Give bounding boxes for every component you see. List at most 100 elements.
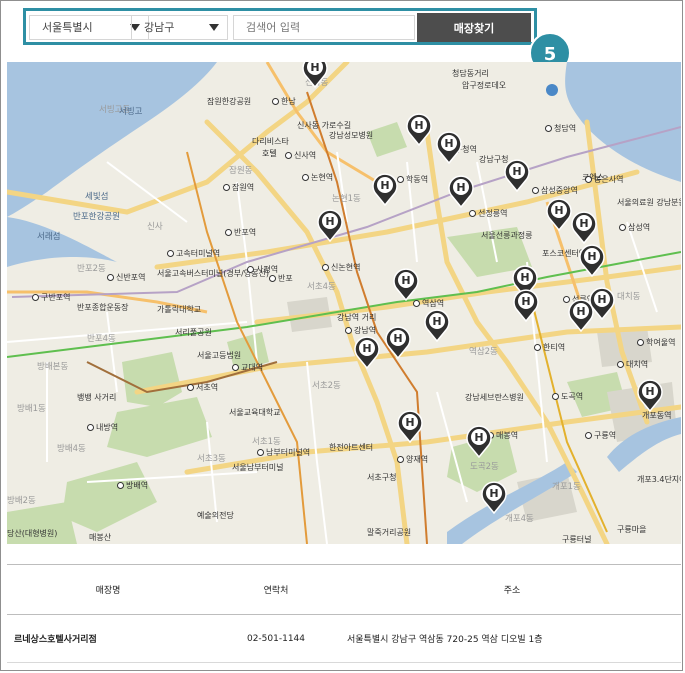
map-label: 대치동 — [617, 292, 641, 302]
store-pin-icon[interactable]: H — [578, 243, 606, 277]
map-label: 구반포역 — [32, 292, 70, 303]
map-label: 뱅뱅 사거리 — [77, 393, 117, 402]
map-label: 한티역 — [534, 342, 565, 353]
map-label: 개포1동 — [552, 482, 581, 492]
map-label: 서빙고 — [119, 107, 143, 117]
store-pin-icon[interactable]: H — [371, 172, 399, 206]
store-pin-icon[interactable]: H — [480, 480, 508, 514]
map-label: 양재역 — [397, 454, 428, 465]
map-label: 구룡역 — [585, 430, 616, 441]
map-label: 서초1동 — [252, 437, 281, 447]
map-label: 잠원한강공원 — [207, 97, 252, 106]
svg-text:H: H — [645, 385, 654, 398]
map-label: 방배역 — [117, 480, 148, 491]
map-label: 호텔 — [262, 149, 277, 158]
map-label: 서초구청 — [367, 473, 397, 482]
map-label: 반포4동 — [87, 334, 116, 344]
map-label: 방배1동 — [17, 404, 46, 414]
store-map[interactable]: 신사동 청담동거리 압구정로데오 잠원한강공원 한남 서빙고동 서빙고 신사동 … — [7, 62, 681, 544]
store-contact: 02-501-1144 — [209, 614, 343, 663]
map-label: 구룡마을 — [617, 525, 647, 534]
keyword-input[interactable] — [233, 15, 415, 40]
store-pin-icon[interactable]: H — [392, 267, 420, 301]
store-pin-icon[interactable]: H — [353, 335, 381, 369]
city-select-value: 서울특별시 — [42, 21, 93, 34]
map-label: 가톨릭대학교 — [157, 305, 202, 314]
store-pin-icon[interactable]: H — [465, 424, 493, 458]
store-pin-icon[interactable]: H — [316, 208, 344, 242]
map-label: 서울교육대학교 — [229, 408, 281, 417]
map-label: 잠원역 — [223, 182, 254, 193]
map-label: 한남 — [272, 96, 296, 107]
map-label: 삼성중앙역 — [532, 185, 578, 196]
store-table: 매장명 연락처 주소 르네상스호텔사거리점 02-501-1144 서울특별시 … — [7, 564, 681, 663]
chevron-down-icon — [209, 24, 219, 31]
store-pin-icon[interactable]: H — [545, 197, 573, 231]
map-label: 방배4동 — [57, 444, 86, 454]
map-label: 학동역 — [397, 174, 428, 185]
map-label: 서울고등법원 — [197, 351, 242, 360]
svg-text:H: H — [579, 217, 588, 230]
map-label: 삼성역 — [619, 222, 650, 233]
map-label: 반포한강공원 — [73, 212, 120, 222]
store-pin-icon[interactable]: H — [396, 409, 424, 443]
map-label: 서초역 — [187, 382, 218, 393]
map-label: 선정릉역 — [469, 208, 507, 219]
map-label: 강남세브란스병원 — [465, 393, 524, 402]
map-label: 예술의전당 — [197, 511, 234, 520]
map-label: 반포 — [269, 273, 293, 284]
store-pin-icon[interactable]: H — [447, 174, 475, 208]
map-label: 매봉산 — [89, 533, 112, 542]
map-label: 청담동거리 — [452, 69, 489, 78]
map-label: 방배2동 — [7, 496, 36, 506]
map-label: 압구정로데오 — [462, 81, 507, 90]
svg-text:H: H — [362, 342, 371, 355]
store-pin-icon[interactable]: H — [636, 378, 664, 412]
map-label: 서초2동 — [312, 381, 341, 391]
map-label: 세빛섬 — [85, 192, 109, 202]
map-label: 대치역 — [617, 359, 648, 370]
map-label: 개포3.4단지아파트 — [637, 475, 681, 484]
svg-text:H: H — [554, 204, 563, 217]
table-row[interactable]: 르네상스호텔사거리점 02-501-1144 서울특별시 강남구 역삼동 720… — [7, 614, 681, 663]
map-label: 청담역 — [545, 123, 576, 134]
svg-text:H: H — [414, 119, 423, 132]
map-label: 내방역 — [87, 422, 118, 433]
table-header-row: 매장명 연락처 주소 — [7, 564, 681, 615]
map-label: 반포역 — [225, 227, 256, 238]
svg-text:H: H — [521, 295, 530, 308]
store-pin-icon[interactable]: H — [503, 158, 531, 192]
map-label: 말죽거리공원 — [367, 528, 412, 537]
store-name[interactable]: 르네상스호텔사거리점 — [7, 614, 209, 663]
map-label: 도곡역 — [552, 391, 583, 402]
store-pin-icon[interactable]: H — [570, 210, 598, 244]
store-pin-icon[interactable]: H — [423, 308, 451, 342]
svg-text:H: H — [432, 315, 441, 328]
map-label: 다리비스타 — [252, 137, 289, 146]
district-select-value: 강남구 — [144, 21, 175, 34]
column-header-address: 주소 — [343, 564, 681, 615]
svg-text:H: H — [597, 293, 606, 306]
map-label: 논현역 — [302, 172, 333, 183]
store-pin-icon[interactable]: H — [384, 325, 412, 359]
store-pin-icon[interactable]: H — [435, 130, 463, 164]
column-header-contact: 연락처 — [209, 564, 343, 615]
map-label: 도곡2동 — [470, 462, 499, 472]
store-pin-icon[interactable]: H — [405, 112, 433, 146]
column-header-store-name: 매장명 — [7, 564, 209, 615]
svg-text:H: H — [325, 215, 334, 228]
map-label: 개포4동 — [505, 514, 534, 524]
store-pin-icon[interactable]: H — [301, 62, 329, 88]
find-store-button[interactable]: 매장찾기 — [417, 13, 531, 42]
map-label: 서리풀공원 — [175, 328, 212, 337]
district-select[interactable]: 강남구 — [131, 15, 228, 40]
map-label: 서울남부터미널 — [232, 463, 284, 472]
map-label: 반포2동 — [77, 264, 106, 274]
svg-text:H: H — [444, 137, 453, 150]
svg-text:H: H — [310, 62, 319, 74]
map-label: 서초4동 — [307, 282, 336, 292]
store-address: 서울특별시 강남구 역삼동 720-25 역삼 디오빌 1층 — [343, 614, 681, 663]
store-pin-icon[interactable]: H — [512, 288, 540, 322]
store-pin-icon[interactable]: H — [588, 286, 616, 320]
map-label: 학여울역 — [637, 337, 675, 348]
